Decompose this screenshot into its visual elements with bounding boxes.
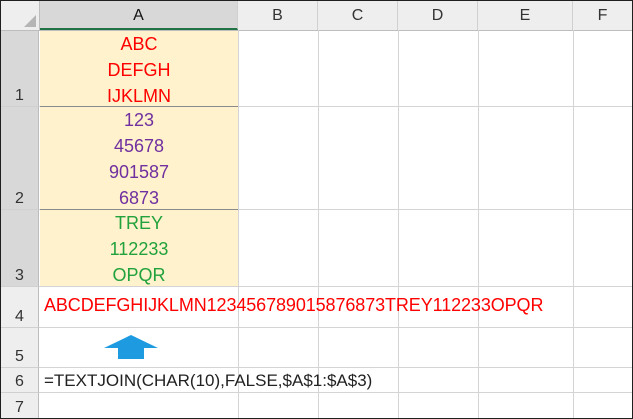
row-number-4: 4 (15, 308, 24, 325)
column-header-a[interactable]: A (40, 1, 238, 30)
row-header-3[interactable]: 3 (1, 210, 39, 287)
column-header-row: A B C D E F (1, 1, 632, 31)
column-header-c[interactable]: C (318, 1, 398, 30)
cell-a6-formula[interactable]: =TEXTJOIN(CHAR(10),FALSE,$A$1:$A$3) (44, 371, 372, 391)
spreadsheet-grid: A B C D E F 1 2 3 4 5 6 7 ABC DEFGH IJKL… (0, 0, 633, 419)
column-header-f[interactable]: F (573, 1, 632, 30)
cell-a1[interactable]: ABC DEFGH IJKLMN (40, 31, 238, 106)
row-header-1[interactable]: 1 (1, 31, 39, 107)
column-header-d[interactable]: D (398, 1, 478, 30)
row-header-4[interactable]: 4 (1, 287, 39, 328)
cell-a3-line-1: TREY (114, 213, 163, 233)
cell-a2-line-4: 6873 (118, 188, 160, 208)
up-arrow-icon (104, 335, 158, 359)
row-header-6[interactable]: 6 (1, 368, 39, 393)
row-header-5[interactable]: 5 (1, 328, 39, 368)
cell-a2-line-3: 901587 (108, 162, 170, 182)
select-all-triangle-icon (24, 15, 36, 27)
gridline-col-c (318, 30, 319, 418)
column-header-b[interactable]: B (238, 1, 318, 30)
cell-a1-line-2: DEFGH (107, 60, 171, 80)
cell-a3-line-2: 112233 (109, 239, 169, 259)
select-all-corner[interactable] (1, 1, 40, 30)
gridline-col-e (478, 30, 479, 418)
row-number-6: 6 (15, 373, 24, 390)
gridline-row-6 (39, 392, 632, 393)
row-number-2: 2 (15, 190, 24, 207)
cell-a2[interactable]: 123 45678 901587 6873 (40, 107, 238, 209)
cell-a3[interactable]: TREY 112233 OPQR (40, 210, 238, 286)
column-header-e[interactable]: E (478, 1, 573, 30)
cell-a4-result[interactable]: ABCDEFGHIJKLMN12345678901587687​3TREY112… (44, 295, 543, 316)
gridline-row-5 (39, 367, 632, 368)
row-number-3: 3 (15, 267, 24, 284)
row-number-5: 5 (15, 348, 24, 365)
cell-a2-line-1: 123 (123, 110, 155, 130)
row-header-7[interactable]: 7 (1, 393, 39, 418)
gridline-col-f (573, 30, 574, 418)
gridline-col-b (238, 30, 239, 418)
cell-a3-line-3: OPQR (112, 265, 166, 285)
row-number-1: 1 (15, 87, 24, 104)
gridline-row-4 (39, 327, 632, 328)
row-header-2[interactable]: 2 (1, 107, 39, 210)
row-number-7: 7 (15, 399, 24, 416)
cell-a1-line-1: ABC (120, 34, 158, 54)
cell-a2-line-2: 45678 (113, 136, 165, 156)
gridline-col-d (398, 30, 399, 418)
